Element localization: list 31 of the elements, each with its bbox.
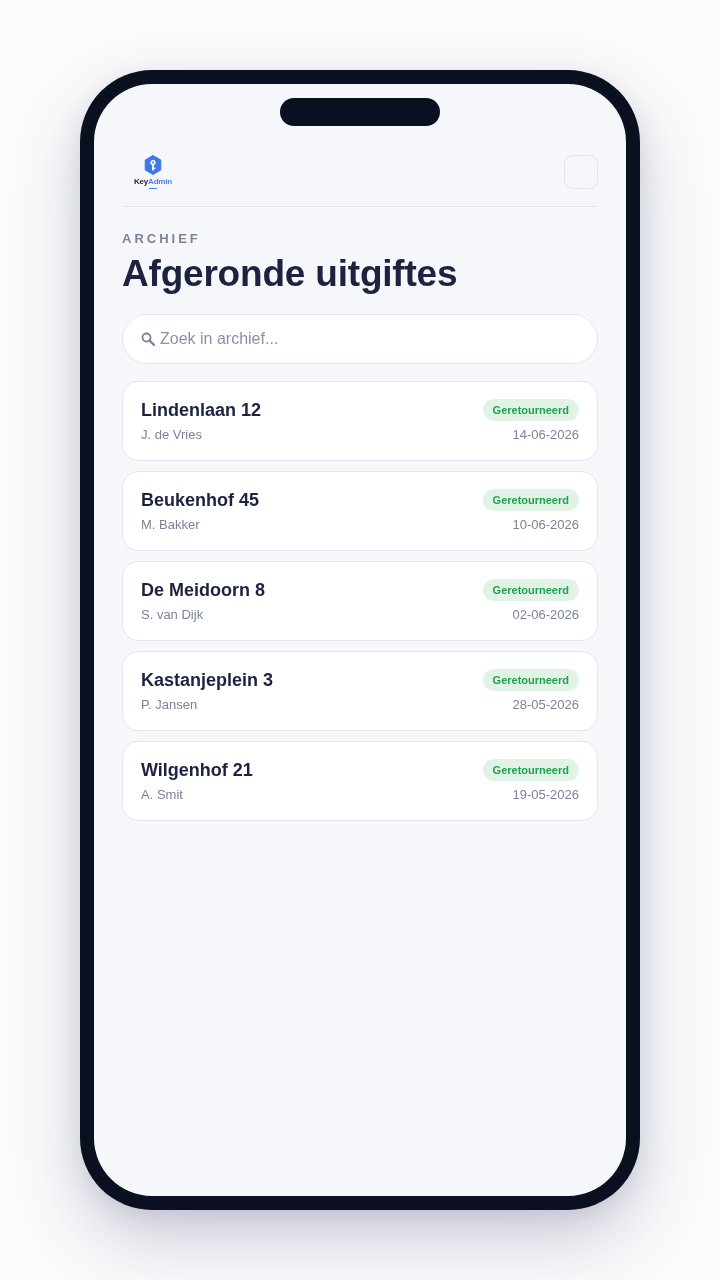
- date-text: 28-05-2026: [512, 697, 579, 713]
- search-field[interactable]: Zoek in archief...: [122, 314, 598, 364]
- status-badge: Geretourneerd: [482, 669, 579, 691]
- person-name: P. Jansen: [141, 697, 198, 713]
- date-text: 10-06-2026: [512, 517, 579, 533]
- person-name: A. Smit: [141, 787, 183, 803]
- address-title: Wilgenhof 21: [141, 759, 253, 781]
- address-title: Lindenlaan 12: [141, 399, 262, 421]
- status-badge: Geretourneerd: [482, 489, 579, 511]
- date-text: 14-06-2026: [512, 427, 579, 443]
- address-title: Beukenhof 45: [141, 489, 260, 511]
- date-text: 02-06-2026: [512, 607, 579, 623]
- section-label: ARCHIEF: [122, 231, 202, 246]
- archive-card[interactable]: Kastanjeplein 3 Geretourneerd P. Jansen 28-05-2026: [122, 651, 598, 731]
- archive-card[interactable]: Lindenlaan 12 Geretourneerd J. de Vries 14-06-2026: [122, 381, 598, 461]
- page-title: Afgeronde uitgiftes: [122, 254, 459, 294]
- status-badge: Geretourneerd: [482, 759, 579, 781]
- person-name: S. van Dijk: [141, 607, 204, 623]
- status-badge: Geretourneerd: [482, 399, 579, 421]
- archive-card[interactable]: Beukenhof 45 Geretourneerd M. Bakker 10-06-2026: [122, 471, 598, 551]
- address-title: Kastanjeplein 3: [141, 669, 274, 691]
- logo-text: KeyAdmin: [134, 177, 172, 189]
- status-badge: Geretourneerd: [482, 579, 579, 601]
- address-title: De Meidoorn 8: [141, 579, 265, 601]
- key-logo-icon: [144, 155, 162, 175]
- archive-card[interactable]: Wilgenhof 21 Geretourneerd A. Smit 19-05-2026: [122, 741, 598, 821]
- person-name: J. de Vries: [141, 427, 202, 443]
- archive-card[interactable]: De Meidoorn 8 Geretourneerd S. van Dijk 02-06-2026: [122, 561, 598, 641]
- search-icon: [141, 332, 155, 346]
- date-text: 19-05-2026: [512, 787, 579, 803]
- person-name: M. Bakker: [141, 517, 200, 533]
